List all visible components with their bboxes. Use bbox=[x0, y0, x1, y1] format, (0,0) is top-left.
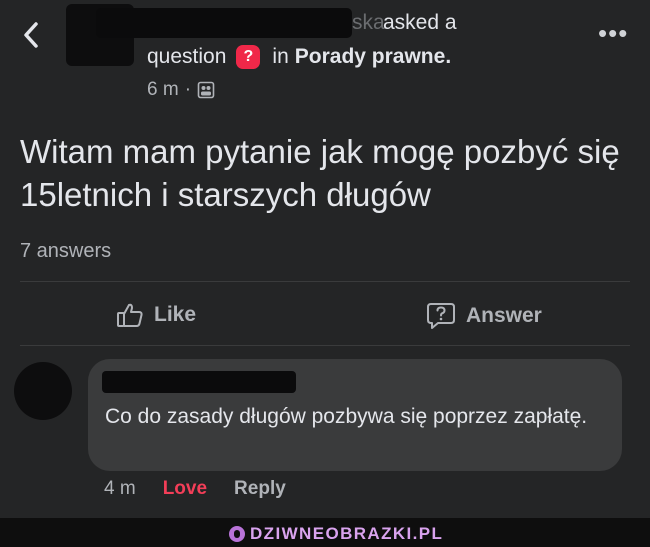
asked-label: asked a bbox=[383, 11, 457, 34]
divider bbox=[20, 345, 630, 346]
like-label: Like bbox=[154, 303, 197, 326]
more-options-button[interactable]: ••• bbox=[598, 20, 628, 46]
comment-meta: 4 m Love Reply bbox=[104, 478, 286, 500]
group-name-link[interactable]: Porady prawne. bbox=[295, 45, 451, 69]
comment-time: 4 m bbox=[104, 478, 136, 499]
question-context: question ? in Porady prawne. bbox=[147, 45, 451, 69]
in-label: in bbox=[272, 45, 289, 68]
reply-button[interactable]: Reply bbox=[234, 478, 286, 500]
like-button[interactable]: Like bbox=[116, 302, 196, 328]
post-meta: 6 m · bbox=[147, 79, 215, 101]
watermark: DZIWNEOBRAZKI.PL bbox=[229, 524, 443, 544]
watermark-logo-icon bbox=[229, 526, 245, 542]
commenter-name-redaction bbox=[102, 371, 296, 393]
author-name-redaction bbox=[96, 8, 352, 38]
meta-separator: · bbox=[184, 79, 192, 100]
author-name-suffix[interactable]: ska bbox=[352, 11, 385, 35]
comment-bubble[interactable]: Co do zasady długów pozbywa się poprzez … bbox=[88, 359, 622, 471]
answer-button[interactable]: Answer bbox=[426, 302, 542, 330]
post-time[interactable]: 6 m bbox=[147, 79, 179, 101]
thumbs-up-icon bbox=[117, 303, 143, 327]
love-reaction-button[interactable]: Love bbox=[163, 478, 207, 500]
answer-label: Answer bbox=[466, 304, 542, 327]
comment-text: Co do zasady długów pozbywa się poprzez … bbox=[105, 405, 588, 428]
post-screen: ska asked a question ? in Porady prawne.… bbox=[0, 0, 650, 547]
post-body: Witam mam pytanie jak mogę pozbyć się 15… bbox=[20, 133, 620, 213]
watermark-bar: DZIWNEOBRAZKI.PL bbox=[0, 518, 650, 547]
back-button[interactable] bbox=[18, 20, 46, 50]
divider bbox=[20, 281, 630, 282]
more-horizontal-icon: ••• bbox=[598, 18, 629, 48]
question-bubble-icon bbox=[427, 303, 455, 329]
commenter-avatar-redacted[interactable] bbox=[14, 362, 72, 420]
question-badge-icon: ? bbox=[236, 45, 261, 69]
question-label: question bbox=[147, 45, 227, 68]
chevron-left-icon bbox=[24, 22, 38, 48]
watermark-text: DZIWNEOBRAZKI.PL bbox=[250, 524, 444, 543]
answers-count-link[interactable]: 7 answers bbox=[20, 240, 111, 263]
group-members-icon bbox=[197, 81, 215, 99]
